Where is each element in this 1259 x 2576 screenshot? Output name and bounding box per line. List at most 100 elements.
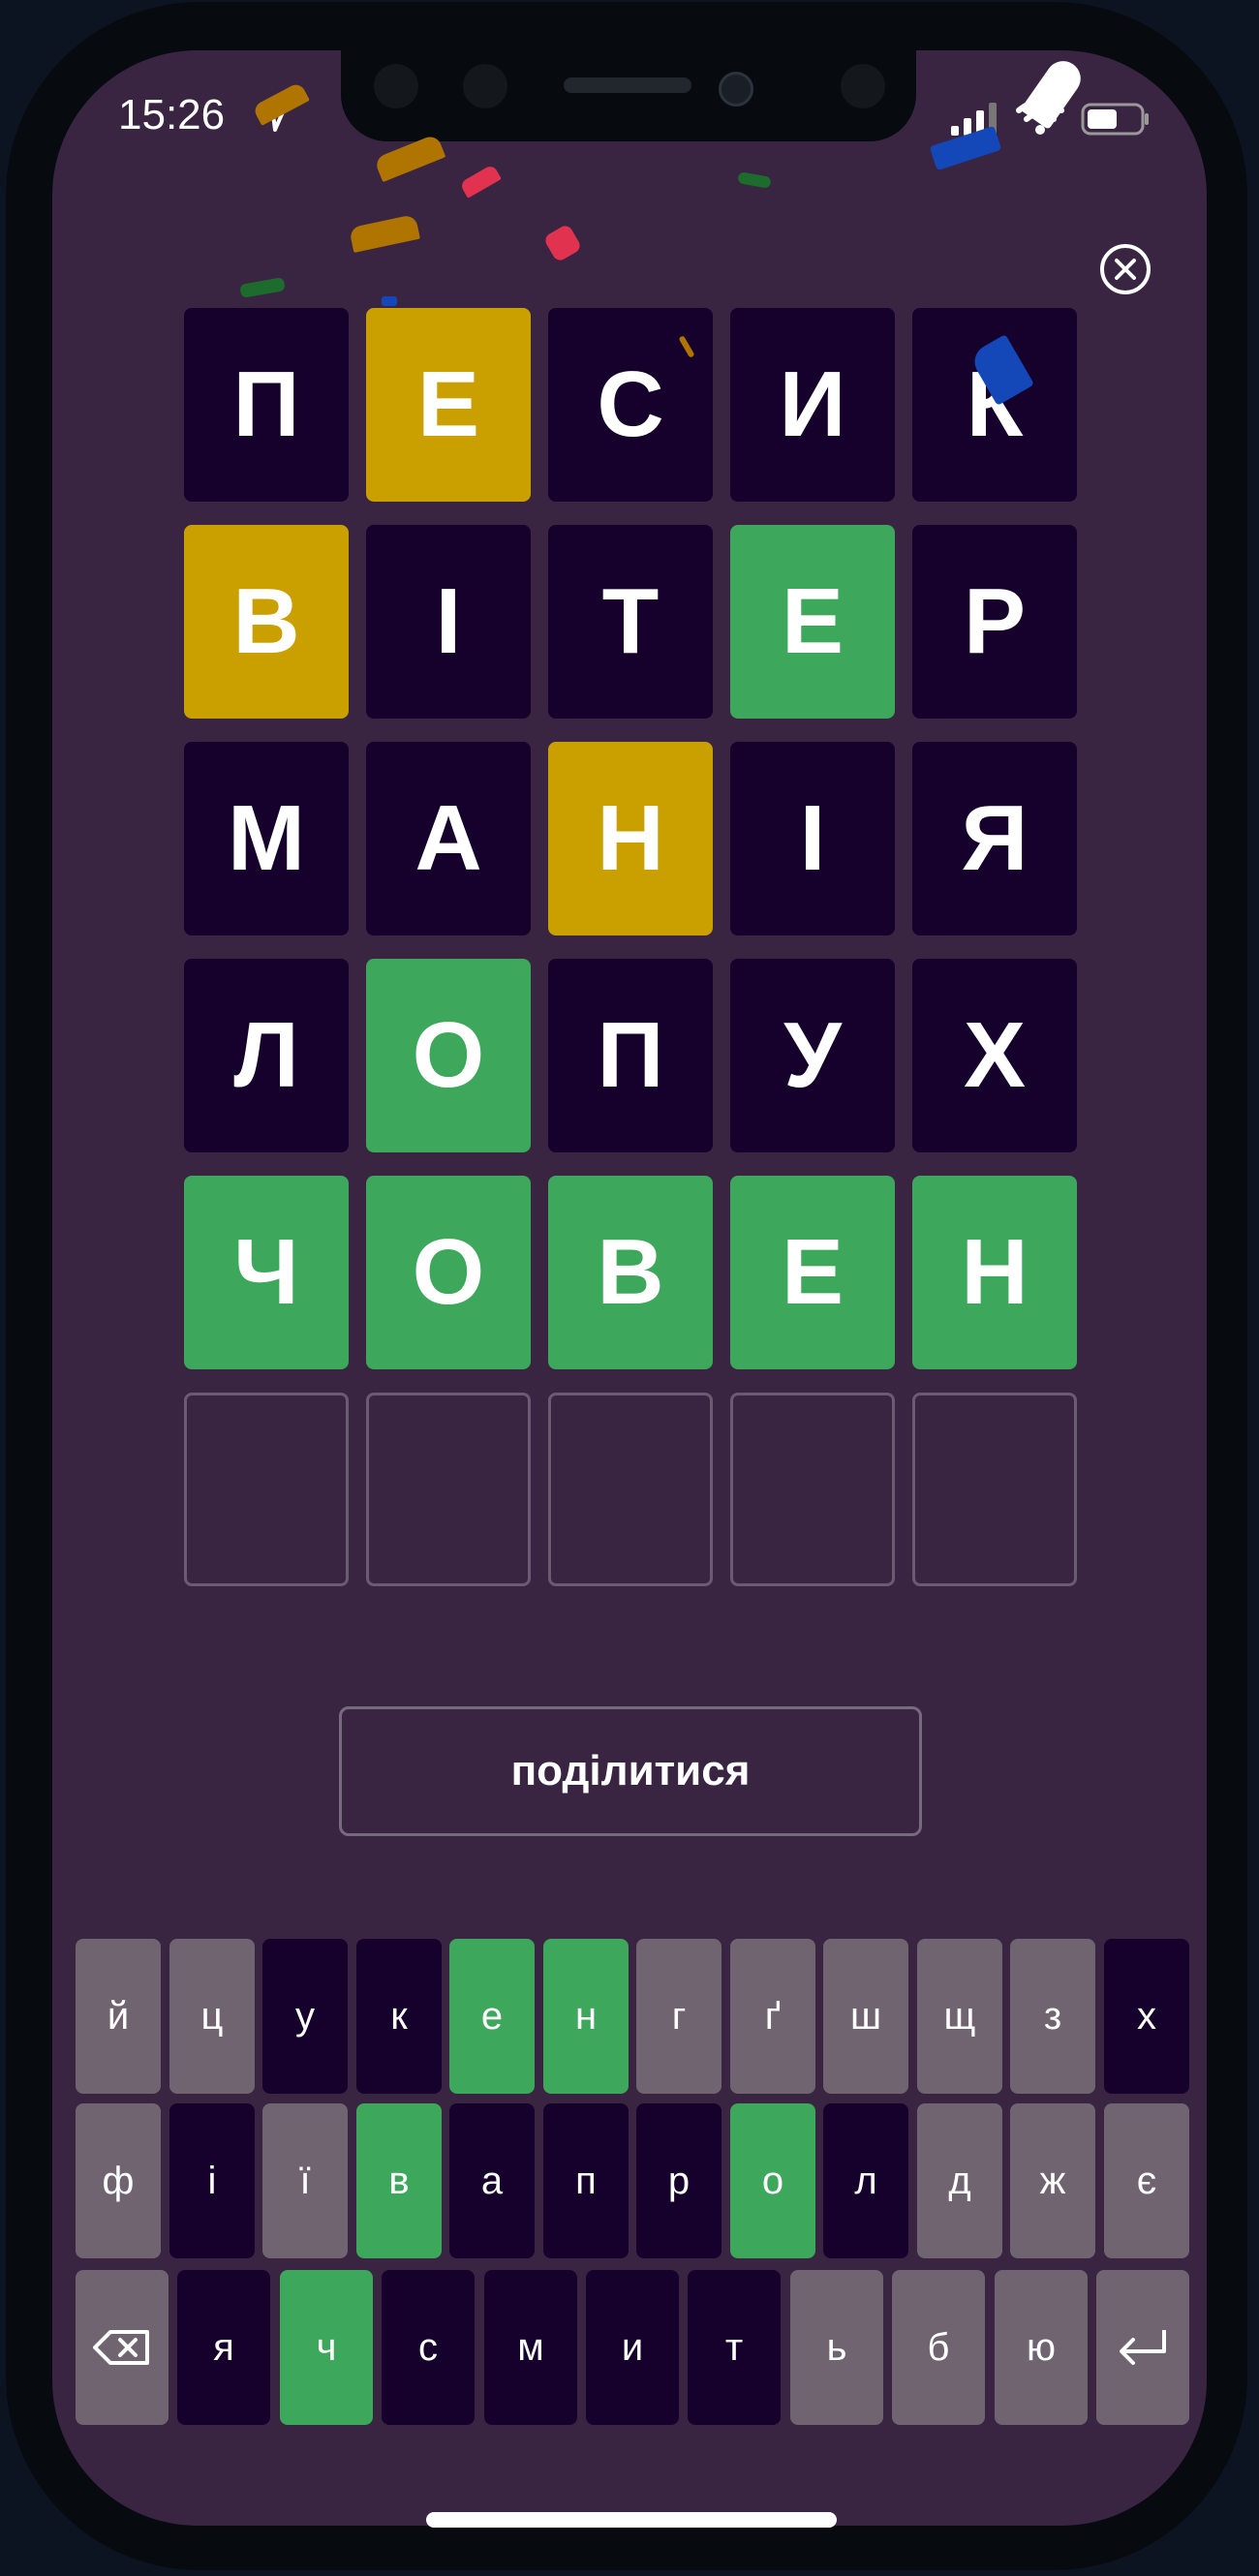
key-label: ї — [299, 2159, 311, 2202]
key-е[interactable]: е — [449, 1939, 535, 2094]
key-ц[interactable]: ц — [169, 1939, 255, 2094]
key-label: п — [575, 2159, 597, 2202]
key-label: а — [480, 2159, 504, 2202]
empty-tile — [548, 1393, 713, 1586]
key-label: н — [574, 1994, 598, 2038]
enter-key[interactable] — [1096, 2270, 1189, 2425]
letter-tile: І — [366, 525, 531, 719]
key-label: г — [671, 1994, 687, 2038]
key-в[interactable]: в — [356, 2103, 442, 2258]
letter-tile: Х — [912, 959, 1077, 1152]
close-button[interactable] — [1098, 242, 1152, 296]
key-й[interactable]: й — [76, 1939, 161, 2094]
key-п[interactable]: п — [543, 2103, 629, 2258]
letter-tile: Е — [730, 525, 895, 719]
letter-tile: Л — [184, 959, 349, 1152]
location-arrow-icon — [256, 97, 291, 132]
key-label: ч — [316, 2325, 337, 2369]
letter-tile: Я — [912, 742, 1077, 935]
key-г[interactable]: г — [636, 1939, 722, 2094]
key-label: б — [927, 2325, 950, 2369]
sensor-dot — [463, 64, 507, 108]
status-time: 15:26 — [118, 91, 226, 138]
key-label: х — [1137, 1994, 1156, 2038]
empty-tile — [912, 1393, 1077, 1586]
key-label: с — [418, 2325, 438, 2369]
key-label: ю — [1027, 2325, 1056, 2369]
front-camera — [719, 72, 753, 107]
key-ж[interactable]: ж — [1010, 2103, 1095, 2258]
key-є[interactable]: є — [1104, 2103, 1189, 2258]
key-label: ш — [849, 1994, 882, 2038]
home-indicator — [426, 2512, 837, 2528]
cellular-signal-icon — [951, 103, 997, 136]
key-label: й — [107, 1994, 130, 2038]
key-л[interactable]: л — [823, 2103, 908, 2258]
key-label: і — [207, 2159, 217, 2202]
share-button-label: поділитися — [510, 1747, 751, 1794]
key-ь[interactable]: ь — [790, 2270, 883, 2425]
key-х[interactable]: х — [1104, 1939, 1189, 2094]
key-з[interactable]: з — [1010, 1939, 1095, 2094]
key-р[interactable]: р — [636, 2103, 722, 2258]
letter-tile: Р — [912, 525, 1077, 719]
key-с[interactable]: с — [382, 2270, 475, 2425]
sensor-dot — [374, 64, 418, 108]
key-label: д — [948, 2159, 971, 2202]
key-label: ь — [826, 2325, 847, 2369]
letter-tile: С — [548, 308, 713, 502]
key-у[interactable]: у — [262, 1939, 348, 2094]
key-label: я — [213, 2325, 234, 2369]
key-ч[interactable]: ч — [280, 2270, 373, 2425]
key-ш[interactable]: ш — [823, 1939, 908, 2094]
key-label: у — [295, 1994, 315, 2038]
letter-tile: В — [548, 1176, 713, 1369]
key-ї[interactable]: ї — [262, 2103, 348, 2258]
key-label: к — [390, 1994, 408, 2038]
key-т[interactable]: т — [688, 2270, 781, 2425]
key-к[interactable]: к — [356, 1939, 442, 2094]
key-label: л — [854, 2159, 877, 2202]
key-label: т — [724, 2325, 744, 2369]
key-и[interactable]: и — [586, 2270, 679, 2425]
letter-tile: Е — [730, 1176, 895, 1369]
letter-tile: О — [366, 959, 531, 1152]
key-щ[interactable]: щ — [917, 1939, 1002, 2094]
battery-icon — [1081, 103, 1149, 136]
letter-tile: Е — [366, 308, 531, 502]
key-я[interactable]: я — [177, 2270, 270, 2425]
enter-icon — [1114, 2326, 1172, 2369]
letter-tile: Н — [548, 742, 713, 935]
letter-tile: О — [366, 1176, 531, 1369]
letter-tile: Т — [548, 525, 713, 719]
key-ґ[interactable]: ґ — [730, 1939, 815, 2094]
speaker-grille — [564, 77, 691, 93]
empty-tile — [730, 1393, 895, 1586]
key-д[interactable]: д — [917, 2103, 1002, 2258]
key-label: ц — [200, 1994, 224, 2038]
key-label: в — [388, 2159, 410, 2202]
letter-tile: И — [730, 308, 895, 502]
letter-tile: А — [366, 742, 531, 935]
backspace-key[interactable] — [76, 2270, 169, 2425]
key-н[interactable]: н — [543, 1939, 629, 2094]
key-о[interactable]: о — [730, 2103, 815, 2258]
key-ю[interactable]: ю — [995, 2270, 1088, 2425]
key-ф[interactable]: ф — [76, 2103, 161, 2258]
key-label: о — [761, 2159, 784, 2202]
letter-tile: П — [184, 308, 349, 502]
share-button[interactable]: поділитися — [339, 1706, 922, 1836]
key-а[interactable]: а — [449, 2103, 535, 2258]
letter-tile: У — [730, 959, 895, 1152]
key-б[interactable]: б — [892, 2270, 985, 2425]
key-м[interactable]: м — [484, 2270, 577, 2425]
key-label: є — [1136, 2159, 1157, 2202]
key-label: р — [667, 2159, 691, 2202]
key-label: ф — [102, 2159, 135, 2202]
key-label: щ — [943, 1994, 976, 2038]
letter-tile: К — [912, 308, 1077, 502]
key-і[interactable]: і — [169, 2103, 255, 2258]
letter-tile: Н — [912, 1176, 1077, 1369]
notch — [341, 50, 916, 141]
letter-tile: Ч — [184, 1176, 349, 1369]
